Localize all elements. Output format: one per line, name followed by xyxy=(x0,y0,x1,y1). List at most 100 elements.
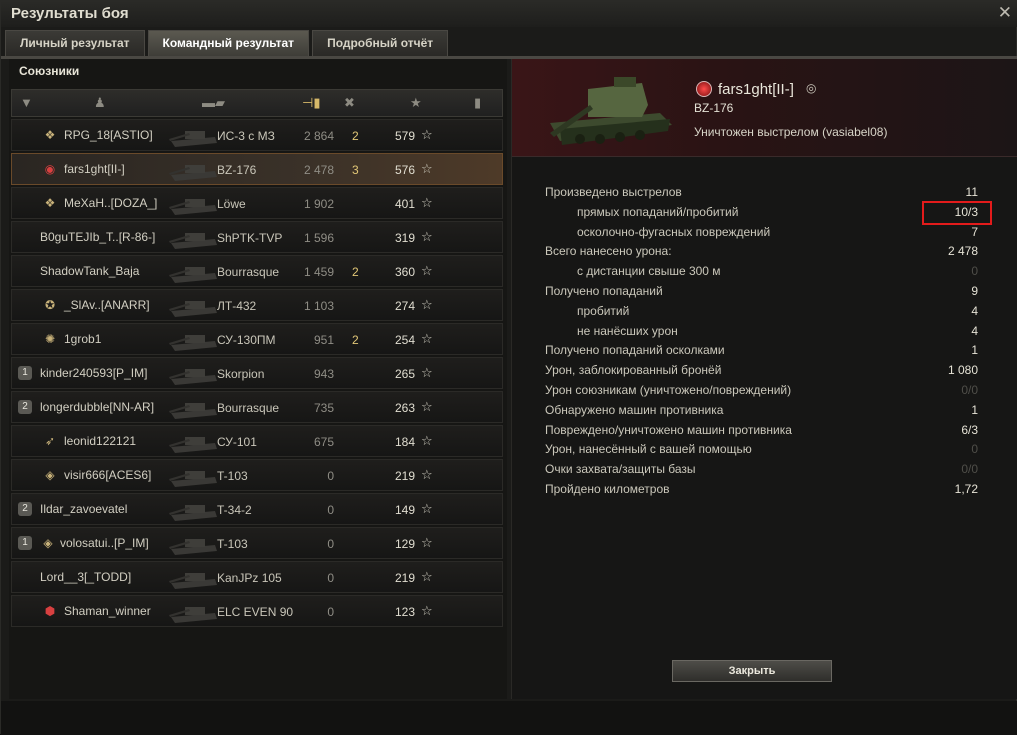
stat-value: 0 xyxy=(971,264,978,279)
damage-value: 0 xyxy=(327,605,334,619)
table-row[interactable]: ◈ visir666[ACES6] T-103 0 219 ☆ xyxy=(11,459,503,491)
xp-star-icon: ☆ xyxy=(421,229,433,244)
table-row[interactable]: ✪ _SlAv..[ANARR] ЛТ-432 1 103 274 ☆ xyxy=(11,289,503,321)
kills-value: 3 xyxy=(352,163,359,177)
tab-personal[interactable]: Личный результат xyxy=(5,30,145,56)
kills-col-icon[interactable]: ✖ xyxy=(344,95,355,111)
stat-label: пробитий xyxy=(577,303,630,318)
xp-star-icon: ☆ xyxy=(421,603,433,618)
player-name: volosatui..[P_IM] xyxy=(60,536,149,550)
rank-badge: 1 xyxy=(18,366,32,380)
column-header: ▼ ♟ ▬▰ ⊣▮ ✖ ★ ▮ xyxy=(11,89,503,117)
table-row[interactable]: ✺ 1grob1 СУ-130ПМ 951 2 254 ☆ xyxy=(11,323,503,355)
tank-silhouette-icon xyxy=(169,471,217,487)
table-row[interactable]: 1 ◈ volosatui..[P_IM] T-103 0 129 ☆ xyxy=(11,527,503,559)
damage-value: 0 xyxy=(327,469,334,483)
stat-row: Получено попаданий осколками 1 xyxy=(545,343,980,363)
stat-row: Урон, заблокированный бронёй 1 080 xyxy=(545,363,980,383)
hidden-eye-icon: ◎ xyxy=(806,81,817,95)
damage-value: 0 xyxy=(327,571,334,585)
tank-col-icon[interactable]: ▬▰ xyxy=(202,95,225,111)
stat-row: пробитий 4 xyxy=(545,304,980,324)
rank-badge: 2 xyxy=(18,502,32,516)
squad-col-icon[interactable]: ▼ xyxy=(20,95,33,110)
damage-value: 2 478 xyxy=(303,163,334,177)
player-hero: fars1ght[II-] ◎ BZ-176 Уничтожен выстрел… xyxy=(512,59,1017,157)
stat-value: 0/0 xyxy=(961,462,978,477)
stat-label: Обнаружено машин противника xyxy=(545,402,724,417)
player-name: 1grob1 xyxy=(64,332,102,346)
tank-silhouette-icon xyxy=(169,165,217,181)
player-vehicle: BZ-176 xyxy=(694,101,734,115)
close-window-icon[interactable]: ✕ xyxy=(998,3,1012,23)
tank-name: СУ-130ПМ xyxy=(217,333,276,347)
window-title: Результаты боя xyxy=(11,5,129,22)
tank-silhouette-icon xyxy=(169,301,217,317)
table-row[interactable]: 1 kinder240593[P_IM] Skorpion 943 265 ☆ xyxy=(11,357,503,389)
tank-silhouette-icon xyxy=(169,369,217,385)
stats-list: Произведено выстрелов 11 прямых попаданий/… xyxy=(545,185,980,502)
xp-col-star-icon[interactable]: ★ xyxy=(410,95,422,111)
xp-star-icon: ☆ xyxy=(421,127,433,142)
xp-star-icon: ☆ xyxy=(421,161,433,176)
stat-row: не нанёсших урон 4 xyxy=(545,324,980,344)
tab-team[interactable]: Командный результат xyxy=(147,30,310,56)
damage-value: 1 459 xyxy=(303,265,334,279)
stat-row: Очки захвата/защиты базы 0/0 xyxy=(545,462,980,482)
table-row[interactable]: Lord__3[_TODD] KanJPz 105 0 219 ☆ xyxy=(11,561,503,593)
stat-label: Получено попаданий xyxy=(545,283,663,298)
tank-name: BZ-176 xyxy=(217,163,257,177)
table-row[interactable]: ⬢ Shaman_winner ELC EVEN 90 0 123 ☆ xyxy=(11,595,503,627)
tank-name: Skorpion xyxy=(217,367,265,381)
tank-name: Bourrasque xyxy=(217,265,280,279)
table-row[interactable]: ➶ leonid122121 СУ-101 675 184 ☆ xyxy=(11,425,503,457)
tab-detailed[interactable]: Подробный отчёт xyxy=(312,30,449,56)
allies-list: ❖ RPG_18[ASTIO] ИС-3 с МЗ 2 864 2 579 ☆ ◉ fars1g… xyxy=(11,119,503,629)
table-row[interactable]: 2 longerdubble[NN-AR] Bourrasque 735 263 ☆ xyxy=(11,391,503,423)
stat-label: не нанёсших урон xyxy=(577,323,678,338)
stat-label: Очки захвата/защиты базы xyxy=(545,462,696,477)
player-col-icon[interactable]: ♟ xyxy=(94,95,106,111)
table-row[interactable]: 2 Ildar_zavoevatel T-34-2 0 149 ☆ xyxy=(11,493,503,525)
stat-row: с дистанции свыше 300 м 0 xyxy=(545,264,980,284)
diamond-emblem-icon: ◈ xyxy=(43,536,53,550)
tank-silhouette-icon xyxy=(169,539,217,555)
tank-name: ИС-3 с МЗ xyxy=(217,129,275,143)
table-row[interactable]: ShadowTank_Baja Bourrasque 1 459 2 360 ☆ xyxy=(11,255,503,287)
stat-value: 9 xyxy=(971,283,978,298)
table-row[interactable]: ❖ MeXaH..[DOZA_] Löwe 1 902 401 ☆ xyxy=(11,187,503,219)
xp-star-icon: ☆ xyxy=(421,331,433,346)
medal-col-icon[interactable]: ▮ xyxy=(474,95,481,111)
red-emblem-icon: ◉ xyxy=(44,162,56,176)
table-row[interactable]: ❖ RPG_18[ASTIO] ИС-3 с МЗ 2 864 2 579 ☆ xyxy=(11,119,503,151)
stat-row: осколочно-фугасных повреждений 7 xyxy=(545,225,980,245)
xp-star-icon: ☆ xyxy=(421,195,433,210)
table-row[interactable]: B0guTEJIb_T..[R-86-] ShPTK-TVP 1 596 319 ☆ xyxy=(11,221,503,253)
player-name: B0guTEJIb_T..[R-86-] xyxy=(40,230,156,244)
tab-bar: Личный результат Командный результат Под… xyxy=(5,30,451,56)
player-name: Lord__3[_TODD] xyxy=(40,570,132,584)
stat-value: 1 xyxy=(971,402,978,417)
xp-value: 219 xyxy=(395,469,416,483)
tank-silhouette-icon xyxy=(169,267,217,283)
tank-name: СУ-101 xyxy=(217,435,257,449)
tank-name: T-103 xyxy=(217,469,248,483)
clan-emblem-icon: ❖ xyxy=(44,128,56,142)
close-button[interactable]: Закрыть xyxy=(672,660,832,682)
damage-value: 1 902 xyxy=(303,197,334,211)
xp-star-icon: ☆ xyxy=(421,467,433,482)
player-name: fars1ght[II-] xyxy=(718,81,794,98)
xp-value: 254 xyxy=(395,333,416,347)
xp-star-icon: ☆ xyxy=(421,501,433,516)
damage-value: 1 596 xyxy=(303,231,334,245)
wing-emblem-icon: ➶ xyxy=(44,434,56,448)
damage-col-icon[interactable]: ⊣▮ xyxy=(302,95,320,111)
damage-value: 2 864 xyxy=(303,129,334,143)
tank-silhouette-icon xyxy=(169,199,217,215)
player-name: ShadowTank_Baja xyxy=(40,264,140,278)
stat-label: Получено попаданий осколками xyxy=(545,343,725,358)
tank-name: Bourrasque xyxy=(217,401,280,415)
table-row[interactable]: ◉ fars1ght[II-] BZ-176 2 478 3 576 ☆ xyxy=(11,153,503,185)
player-name: leonid122121 xyxy=(64,434,137,448)
player-name: fars1ght[II-] xyxy=(64,162,125,176)
